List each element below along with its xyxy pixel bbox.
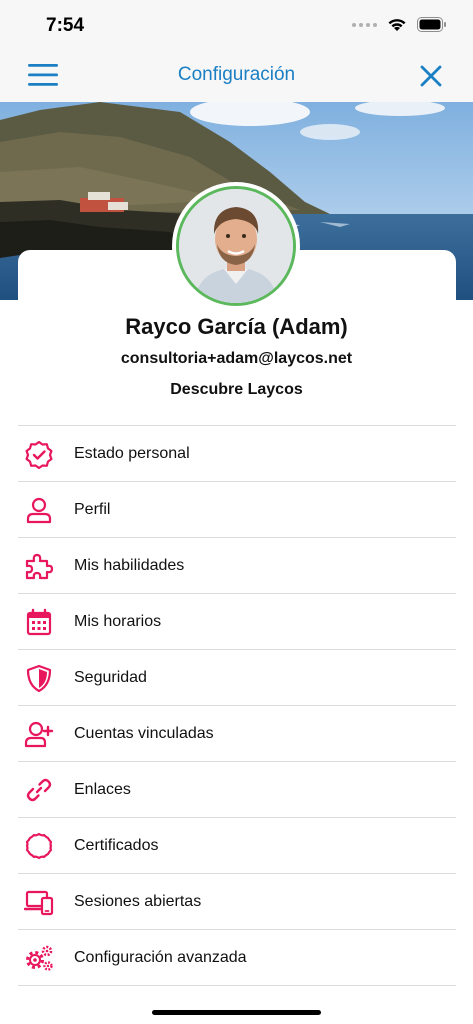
devices-icon bbox=[18, 874, 74, 930]
menu-item-label: Seguridad bbox=[74, 668, 147, 686]
menu-item-mis-habilidades[interactable]: Mis habilidades bbox=[18, 538, 456, 594]
settings-menu: Estado personal Perfil Mis habilidades M… bbox=[18, 425, 456, 986]
menu-item-label: Enlaces bbox=[74, 780, 131, 798]
certificate-icon bbox=[18, 818, 74, 874]
wifi-icon bbox=[388, 19, 406, 31]
menu-item-seguridad[interactable]: Seguridad bbox=[18, 650, 456, 706]
menu-item-mis-horarios[interactable]: Mis horarios bbox=[18, 594, 456, 650]
home-indicator[interactable] bbox=[152, 1010, 321, 1015]
user-icon bbox=[18, 482, 74, 538]
user-plus-icon bbox=[18, 706, 74, 762]
menu-item-certificados[interactable]: Certificados bbox=[18, 818, 456, 874]
menu-item-sesiones-abiertas[interactable]: Sesiones abiertas bbox=[18, 874, 456, 930]
menu-item-cuentas-vinculadas[interactable]: Cuentas vinculadas bbox=[18, 706, 456, 762]
avatar[interactable] bbox=[172, 182, 300, 310]
page-title: Configuración bbox=[177, 64, 296, 85]
user-email: consultoria+adam@laycos.net bbox=[120, 350, 353, 367]
link-icon bbox=[18, 762, 74, 818]
menu-item-configuracion-avanzada[interactable]: Configuración avanzada bbox=[18, 930, 456, 986]
menu-item-label: Mis habilidades bbox=[74, 556, 185, 574]
status-bar: 7:54 bbox=[0, 0, 473, 50]
battery-icon bbox=[417, 17, 446, 32]
calendar-icon bbox=[18, 594, 74, 650]
menu-item-label: Cuentas vinculadas bbox=[74, 724, 214, 742]
menu-item-label: Certificados bbox=[74, 836, 159, 854]
menu-item-label: Configuración avanzada bbox=[74, 948, 247, 966]
status-icons bbox=[352, 17, 447, 32]
user-name: Rayco García (Adam) bbox=[125, 314, 348, 339]
menu-item-label: Estado personal bbox=[74, 444, 190, 462]
menu-item-enlaces[interactable]: Enlaces bbox=[18, 762, 456, 818]
user-organization: Descubre Laycos bbox=[170, 381, 303, 398]
menu-item-estado-personal[interactable]: Estado personal bbox=[18, 426, 456, 482]
puzzle-icon bbox=[18, 538, 74, 594]
gears-icon bbox=[18, 930, 74, 986]
shield-icon bbox=[18, 650, 74, 706]
menu-item-label: Sesiones abiertas bbox=[74, 892, 202, 910]
signal-icon bbox=[352, 22, 377, 27]
badge-check-icon bbox=[18, 426, 74, 482]
menu-item-label: Perfil bbox=[74, 500, 111, 518]
navigation-bar: Configuración bbox=[0, 50, 473, 102]
status-time: 7:54 bbox=[46, 15, 85, 36]
menu-item-label: Mis horarios bbox=[74, 612, 162, 630]
menu-item-perfil[interactable]: Perfil bbox=[18, 482, 456, 538]
close-icon[interactable] bbox=[419, 64, 443, 88]
